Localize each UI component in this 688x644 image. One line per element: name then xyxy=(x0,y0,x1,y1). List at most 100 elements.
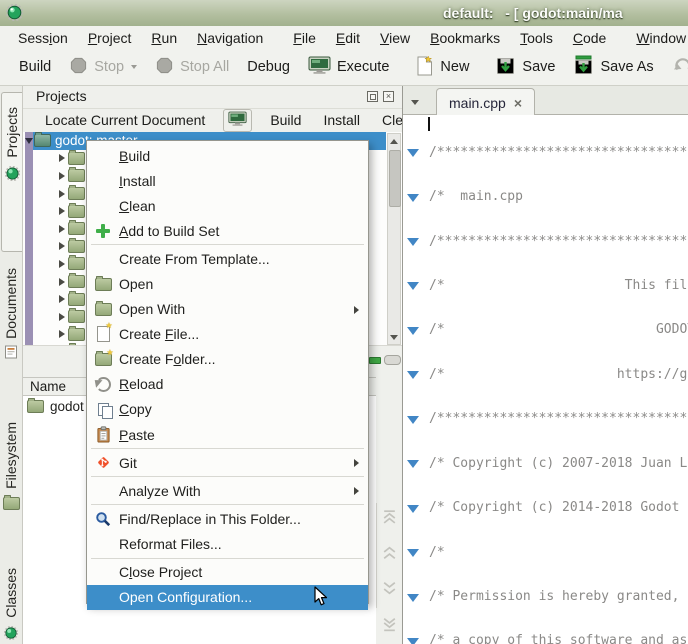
scrollbar-down-arrow[interactable] xyxy=(388,330,400,344)
menu-session[interactable]: Session xyxy=(8,30,78,46)
folder-icon xyxy=(68,328,85,341)
menu-edit[interactable]: Edit xyxy=(326,30,370,46)
toolview-tabstrip: Projects Documents Filesyst xyxy=(0,86,22,644)
execute-target-button[interactable] xyxy=(223,109,252,132)
folder-icon xyxy=(68,275,85,288)
context-menu-create-folder[interactable]: Create Folder... xyxy=(87,347,368,372)
execute-button[interactable]: Execute xyxy=(299,52,398,82)
expand-arrow-icon[interactable] xyxy=(59,295,65,303)
close-panel-icon[interactable]: × xyxy=(383,91,394,102)
folder-icon xyxy=(68,187,85,200)
folder-icon xyxy=(68,169,85,182)
build-button[interactable]: Build xyxy=(10,52,60,82)
undo-button[interactable]: Undo xyxy=(663,52,688,82)
context-menu-add-to-build-set[interactable]: Add to Build Set xyxy=(87,218,368,243)
main-toolbar: Build Stop Stop All Debug xyxy=(0,49,688,86)
scroll-top-icon[interactable] xyxy=(381,509,398,529)
sidebar-tab-projects[interactable]: Projects xyxy=(1,92,22,252)
scrollbar-up-arrow[interactable] xyxy=(388,134,400,148)
close-tab-icon[interactable]: × xyxy=(514,95,522,111)
context-menu-clean[interactable]: Clean xyxy=(87,193,368,218)
context-menu-open[interactable]: Open xyxy=(87,271,368,296)
menu-window[interactable]: Window xyxy=(626,30,688,46)
locate-current-document-button[interactable]: Locate Current Document xyxy=(35,112,215,128)
expand-arrow-icon[interactable] xyxy=(59,172,65,180)
sidebar-tab-classes[interactable]: Classes xyxy=(0,564,22,644)
expand-arrow-icon[interactable] xyxy=(59,207,65,215)
stop-all-button[interactable]: Stop All xyxy=(146,52,238,82)
scroll-bottom-icon[interactable] xyxy=(381,617,398,637)
code-line: /* a copy of this software and associate… xyxy=(403,634,688,644)
context-menu-paste[interactable]: Paste xyxy=(87,422,368,447)
menu-file[interactable]: File xyxy=(283,30,326,46)
new-file-icon xyxy=(97,326,110,342)
menu-code[interactable]: Code xyxy=(563,30,616,46)
splitter-collapse-button[interactable] xyxy=(369,357,381,364)
folder-icon xyxy=(68,257,85,270)
filesystem-tab-icon xyxy=(3,497,20,510)
splitter-grip[interactable] xyxy=(384,355,401,365)
mouse-cursor xyxy=(313,586,328,612)
scroll-up-icon[interactable] xyxy=(381,545,398,565)
folder-icon xyxy=(68,222,85,235)
project-context-menu: Build Install Clean Add to Build Set Cre… xyxy=(86,140,369,604)
sidebar-tab-documents[interactable]: Documents xyxy=(0,264,22,393)
expand-arrow-icon[interactable] xyxy=(59,260,65,268)
context-menu-analyze-with[interactable]: Analyze With xyxy=(87,478,368,503)
float-panel-icon[interactable] xyxy=(367,91,378,102)
title-bar[interactable]: default: - [ godot:main/ma xyxy=(0,0,688,27)
code-line: /***************************************… xyxy=(403,412,688,427)
menu-project[interactable]: Project xyxy=(78,30,142,46)
debug-button[interactable]: Debug xyxy=(238,52,299,82)
menu-view[interactable]: View xyxy=(370,30,420,46)
collapse-arrow-icon[interactable] xyxy=(25,138,33,144)
menu-bookmarks[interactable]: Bookmarks xyxy=(420,30,510,46)
context-menu-copy[interactable]: Copy xyxy=(87,397,368,422)
save-as-button[interactable]: Save As xyxy=(564,52,662,82)
context-menu-git[interactable]: Git xyxy=(87,450,368,475)
scroll-down-icon[interactable] xyxy=(381,581,398,601)
tab-list-dropdown-icon[interactable] xyxy=(411,100,419,105)
save-as-icon xyxy=(573,55,594,80)
context-menu-reformat-files[interactable]: Reformat Files... xyxy=(87,531,368,556)
panel-install-button[interactable]: Install xyxy=(313,112,370,128)
context-menu-reload[interactable]: Reload xyxy=(87,372,368,397)
navigation-chevron-strip xyxy=(376,503,402,608)
expand-arrow-icon[interactable] xyxy=(59,190,65,198)
stop-dropdown-caret[interactable] xyxy=(131,65,137,69)
monitor-icon xyxy=(308,56,331,79)
expand-arrow-icon[interactable] xyxy=(59,278,65,286)
stop-button[interactable]: Stop xyxy=(60,52,146,82)
classes-tab-icon xyxy=(4,626,18,644)
menu-run[interactable]: Run xyxy=(141,30,187,46)
menu-tools[interactable]: Tools xyxy=(510,30,563,46)
expand-arrow-icon[interactable] xyxy=(59,154,65,162)
new-button[interactable]: New xyxy=(406,52,478,82)
expand-arrow-icon[interactable] xyxy=(59,313,65,321)
context-menu-open-with[interactable]: Open With xyxy=(87,297,368,322)
context-menu-create-from-template[interactable]: Create From Template... xyxy=(87,246,368,271)
projects-panel-titlebar: Projects × xyxy=(23,86,402,109)
editor-tabbar: main.cpp × xyxy=(403,86,688,115)
context-menu-install[interactable]: Install xyxy=(87,168,368,193)
tab-main-cpp[interactable]: main.cpp × xyxy=(436,88,535,116)
new-folder-icon xyxy=(95,353,112,366)
scrollbar-thumb[interactable] xyxy=(389,150,401,207)
context-menu-find-replace[interactable]: Find/Replace in This Folder... xyxy=(87,506,368,531)
context-menu-close-project[interactable]: Close Project xyxy=(87,560,368,585)
code-line: /***************************************… xyxy=(403,235,688,250)
kdevelop-window: default: - [ godot:main/ma Session Proje… xyxy=(0,0,688,644)
context-menu-create-file[interactable]: Create File... xyxy=(87,322,368,347)
expand-arrow-icon[interactable] xyxy=(59,330,65,338)
expand-arrow-icon[interactable] xyxy=(59,242,65,250)
sidebar-tab-filesystem[interactable]: Filesystem xyxy=(0,418,22,557)
expand-arrow-icon[interactable] xyxy=(59,225,65,233)
documents-tab-icon xyxy=(4,345,18,364)
code-view[interactable]: /***************************************… xyxy=(403,115,688,644)
panel-build-button[interactable]: Build xyxy=(260,112,311,128)
menu-navigation[interactable]: Navigation xyxy=(187,30,273,46)
menu-separator xyxy=(91,476,364,477)
save-button[interactable]: Save xyxy=(486,52,564,82)
tree-scrollbar[interactable] xyxy=(387,133,401,345)
context-menu-build[interactable]: Build xyxy=(87,143,368,168)
